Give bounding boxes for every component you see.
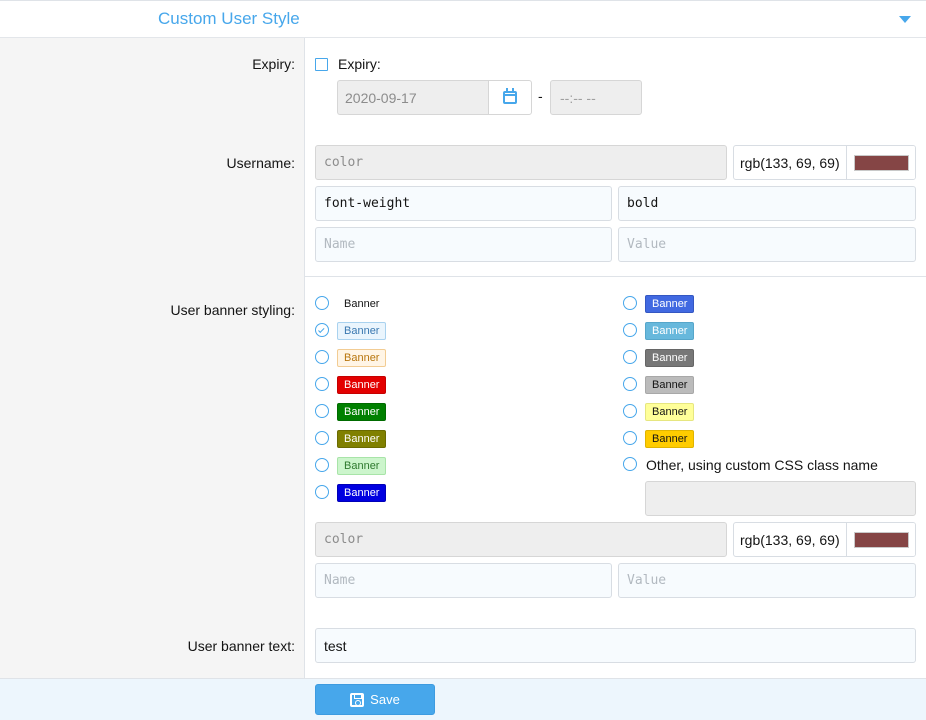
banner-option-radio[interactable]: [623, 350, 637, 364]
property-value: bold: [627, 196, 659, 211]
username-value-input[interactable]: Value: [618, 227, 916, 262]
value-placeholder: Value: [627, 237, 667, 252]
banner-color-picker[interactable]: rgb(133, 69, 69): [733, 522, 916, 557]
calendar-icon: [503, 88, 517, 104]
property-name-value: color: [324, 155, 364, 170]
banner-preview[interactable]: Banner: [337, 430, 387, 448]
color-swatch-button[interactable]: [847, 523, 915, 556]
value-placeholder: Value: [627, 573, 667, 588]
banner-preview[interactable]: Banner: [645, 403, 695, 421]
banner-preview[interactable]: Banner: [645, 295, 695, 313]
color-swatch: [853, 154, 909, 171]
banner-preview[interactable]: Banner: [337, 403, 387, 421]
banner-option-radio[interactable]: [315, 377, 329, 391]
property-name-value: color: [324, 532, 364, 547]
color-swatch-button[interactable]: [847, 146, 915, 179]
expiry-label: Expiry:: [252, 56, 295, 72]
section-title[interactable]: Custom User Style: [158, 9, 300, 29]
expiry-checkbox-label[interactable]: Expiry:: [338, 56, 381, 72]
save-icon: [350, 692, 365, 707]
expiry-date-group: 2020-09-17: [337, 80, 532, 115]
user-banner-text-label: User banner text:: [187, 638, 295, 654]
user-banner-styling-label: User banner styling:: [170, 302, 295, 318]
banner-preview[interactable]: Banner: [337, 484, 387, 502]
save-button-label: Save: [370, 692, 400, 707]
expiry-time-input[interactable]: --:-- --: [550, 80, 642, 115]
username-property-name-input[interactable]: color: [315, 145, 727, 180]
banner-preview[interactable]: Banner: [337, 376, 387, 394]
date-time-separator: -: [538, 88, 543, 104]
save-button[interactable]: Save: [315, 684, 435, 715]
form-footer: [0, 678, 926, 720]
banner-property-name-input[interactable]: color: [315, 522, 727, 557]
user-banner-text-input[interactable]: test: [315, 628, 916, 663]
banner-option-radio[interactable]: [315, 323, 329, 337]
username-color-picker[interactable]: rgb(133, 69, 69): [733, 145, 916, 180]
banner-option-radio[interactable]: [315, 431, 329, 445]
banner-option-radio[interactable]: [623, 377, 637, 391]
label-column: [0, 38, 305, 678]
banner-name-input[interactable]: Name: [315, 563, 612, 598]
username-property-name-input[interactable]: font-weight: [315, 186, 612, 221]
property-name-value: font-weight: [324, 196, 411, 211]
color-value-text[interactable]: rgb(133, 69, 69): [734, 146, 847, 179]
color-value-text[interactable]: rgb(133, 69, 69): [734, 523, 847, 556]
banner-option-radio[interactable]: [315, 296, 329, 310]
color-swatch: [853, 531, 909, 548]
banner-text-value: test: [324, 637, 347, 654]
banner-option-other-label[interactable]: Other, using custom CSS class name: [646, 457, 878, 473]
date-picker-button[interactable]: [488, 80, 532, 115]
username-name-input[interactable]: Name: [315, 227, 612, 262]
expiry-checkbox[interactable]: [315, 58, 328, 71]
banner-preview[interactable]: Banner: [645, 376, 695, 394]
section-header[interactable]: [0, 0, 926, 38]
expiry-date-input[interactable]: 2020-09-17: [337, 80, 488, 115]
banner-preview[interactable]: Banner: [645, 349, 695, 367]
username-label: Username:: [226, 155, 295, 171]
custom-css-class-input[interactable]: [645, 481, 916, 516]
banner-preview[interactable]: Banner: [645, 322, 695, 340]
banner-option-radio[interactable]: [623, 323, 637, 337]
banner-option-radio[interactable]: [623, 296, 637, 310]
banner-option-radio[interactable]: [623, 404, 637, 418]
banner-option-radio-other[interactable]: [623, 457, 637, 471]
banner-preview[interactable]: Banner: [337, 322, 387, 340]
banner-preview[interactable]: Banner: [337, 457, 387, 475]
banner-preview[interactable]: Banner: [337, 295, 386, 313]
username-property-value-input[interactable]: bold: [618, 186, 916, 221]
banner-value-input[interactable]: Value: [618, 563, 916, 598]
banner-preview[interactable]: Banner: [337, 349, 387, 367]
check-icon: [318, 326, 325, 333]
name-placeholder: Name: [324, 573, 356, 588]
section-divider: [305, 276, 926, 277]
banner-option-radio[interactable]: [315, 485, 329, 499]
banner-preview[interactable]: Banner: [645, 430, 695, 448]
banner-option-radio[interactable]: [315, 404, 329, 418]
banner-option-radio[interactable]: [623, 431, 637, 445]
name-placeholder: Name: [324, 237, 356, 252]
banner-option-radio[interactable]: [315, 350, 329, 364]
collapse-caret-icon[interactable]: [899, 16, 911, 23]
banner-option-radio[interactable]: [315, 458, 329, 472]
